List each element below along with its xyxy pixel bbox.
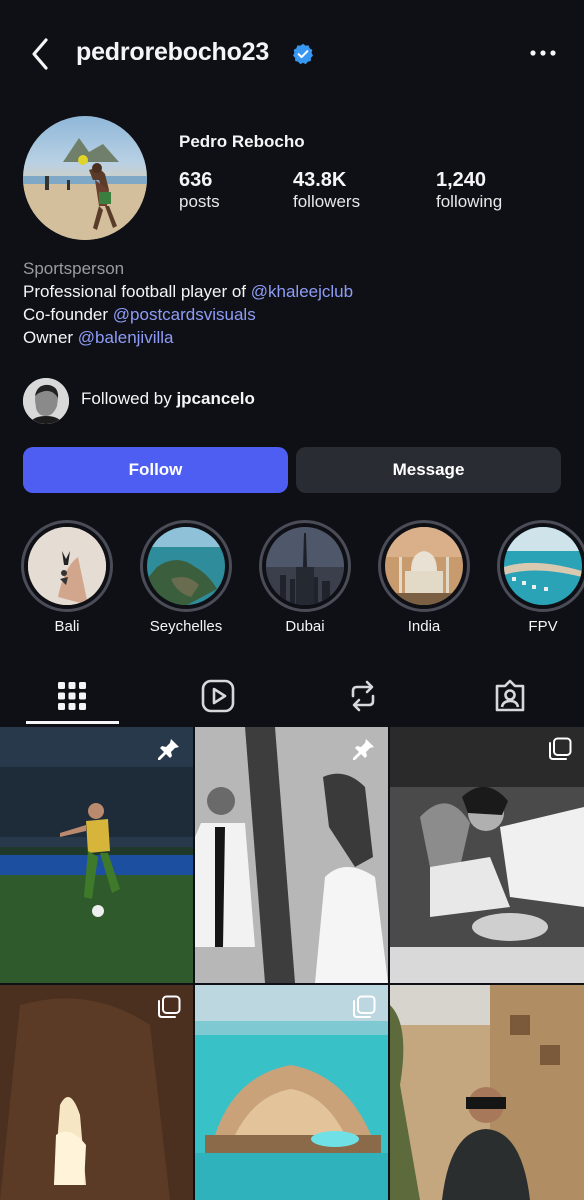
following-count[interactable]: 1,240 following (436, 169, 502, 212)
reposts-icon (351, 680, 375, 712)
pin-icon (353, 739, 374, 760)
highlight-label: India (407, 618, 441, 635)
profile-display-name: Pedro Rebocho (179, 132, 305, 151)
tab-reels[interactable] (158, 668, 278, 724)
bio-text: Owner (23, 328, 78, 347)
tab-reposts[interactable] (303, 668, 423, 724)
highlight-label: Bali (54, 618, 80, 635)
reels-icon (201, 679, 235, 713)
post-thumbnail[interactable] (390, 985, 584, 1200)
bio-mention-link[interactable]: @khaleejclub (251, 282, 353, 301)
pin-icon (158, 739, 179, 760)
bio-text: Professional football player of (23, 282, 251, 301)
posts-count-value: 636 (179, 169, 213, 191)
followers-count-label: followers (293, 192, 361, 211)
post-thumbnail[interactable] (195, 985, 388, 1200)
carousel-icon (353, 995, 376, 1018)
profile-avatar[interactable] (23, 116, 147, 240)
post-thumbnail[interactable] (195, 727, 388, 983)
message-button[interactable]: Message (296, 447, 561, 493)
follow-button[interactable]: Follow (23, 447, 288, 493)
chevron-left-icon (32, 38, 48, 70)
profile-category: Sportsperson (23, 259, 125, 278)
bio-line: Co-founder @postcardsvisuals (23, 305, 256, 325)
bio-mention-link[interactable]: @balenjivilla (78, 328, 174, 347)
followed-by-user: jpcancelo (176, 389, 255, 408)
verified-badge-icon (292, 43, 314, 65)
post-thumbnail[interactable] (390, 727, 584, 983)
grid-icon (58, 682, 86, 710)
followed-by-text[interactable]: Followed by jpcancelo (81, 389, 255, 409)
carousel-icon (158, 995, 181, 1018)
highlight-india[interactable] (378, 520, 470, 612)
posts-count-label: posts (179, 192, 220, 211)
posts-count[interactable]: 636 posts (179, 169, 220, 212)
tab-tagged[interactable] (450, 668, 570, 724)
followed-by-prefix: Followed by (81, 389, 177, 408)
highlight-label: Seychelles (149, 618, 223, 635)
followers-count-value: 43.8K (293, 169, 347, 191)
followers-count[interactable]: 43.8K followers (293, 169, 360, 212)
tagged-icon (495, 679, 525, 712)
highlight-label: FPV (528, 618, 558, 635)
back-button[interactable] (28, 36, 56, 72)
post-thumbnail[interactable] (0, 727, 193, 983)
following-count-label: following (436, 192, 503, 211)
highlight-dubai[interactable] (259, 520, 351, 612)
active-tab-indicator (26, 721, 119, 724)
carousel-icon (549, 737, 572, 760)
profile-username: pedrorebocho23 (76, 38, 270, 66)
highlight-label: Dubai (285, 618, 325, 635)
highlight-seychelles[interactable] (140, 520, 232, 612)
bio-mention-link[interactable]: @postcardsvisuals (113, 305, 256, 324)
highlight-fpv[interactable] (497, 520, 584, 612)
more-options-button[interactable] (529, 46, 557, 60)
highlight-bali[interactable] (21, 520, 113, 612)
bio-line: Professional football player of @khaleej… (23, 282, 353, 302)
post-thumbnail[interactable] (0, 985, 193, 1200)
following-count-value: 1,240 (436, 169, 487, 191)
more-dots-icon (530, 50, 556, 56)
tab-posts-grid[interactable] (12, 668, 132, 724)
followed-by-avatar[interactable] (23, 378, 69, 424)
bio-line: Owner @balenjivilla (23, 328, 174, 348)
bio-text: Co-founder (23, 305, 113, 324)
